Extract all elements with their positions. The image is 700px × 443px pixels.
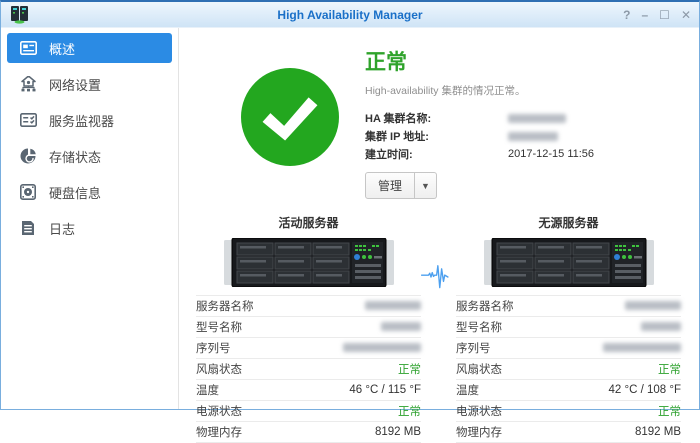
ha-cluster-name-value-redacted bbox=[508, 114, 566, 123]
disk-info-icon bbox=[19, 183, 37, 201]
status-badge: 正常 bbox=[551, 401, 681, 422]
help-icon[interactable]: ? bbox=[623, 9, 630, 21]
close-icon[interactable]: ✕ bbox=[681, 9, 691, 21]
table-row: 温度46 °C / 115 °F bbox=[196, 380, 421, 401]
app-logo-icon bbox=[9, 5, 31, 24]
table-row: 风扇状态正常 bbox=[456, 359, 681, 380]
status-badge: 正常 bbox=[291, 401, 421, 422]
sidebar-item-log[interactable]: 日志 bbox=[7, 213, 172, 243]
cluster-ip-value-redacted bbox=[508, 132, 558, 141]
sidebar-item-label: 概述 bbox=[49, 39, 75, 58]
table-row: 电源状态正常 bbox=[456, 401, 681, 422]
active-server-table: 服务器名称 型号名称 序列号 风扇状态正常 温度46 °C / 115 °F 电… bbox=[196, 295, 421, 443]
created-time-value: 2017-12-15 11:56 bbox=[508, 148, 594, 160]
log-icon bbox=[19, 219, 37, 237]
status-title: 正常 bbox=[365, 46, 681, 76]
passive-server-table: 服务器名称 型号名称 序列号 风扇状态正常 温度42 °C / 108 °F 电… bbox=[456, 295, 681, 443]
titlebar: High Availability Manager ? – ☐ ✕ bbox=[1, 2, 699, 28]
active-server-rack-image bbox=[196, 238, 421, 287]
passive-server-title: 无源服务器 bbox=[456, 214, 681, 231]
created-time-label: 建立时间: bbox=[365, 146, 508, 162]
redacted-value bbox=[603, 343, 681, 352]
ha-cluster-name-label: HA 集群名称: bbox=[365, 110, 508, 126]
sidebar-item-label: 硬盘信息 bbox=[49, 183, 101, 202]
overview-icon bbox=[19, 39, 37, 57]
redacted-value bbox=[365, 301, 421, 310]
table-row: 温度42 °C / 108 °F bbox=[456, 380, 681, 401]
sidebar-item-label: 日志 bbox=[49, 219, 75, 238]
sidebar-item-disk-info[interactable]: 硬盘信息 bbox=[7, 177, 172, 207]
sidebar-item-service-monitor[interactable]: 服务监视器 bbox=[7, 105, 172, 135]
manage-button[interactable]: 管理 bbox=[365, 172, 415, 199]
status-badge: 正常 bbox=[551, 359, 681, 380]
service-monitor-icon bbox=[19, 111, 37, 129]
status-description: High-availability 集群的情况正常。 bbox=[365, 83, 681, 98]
storage-status-icon bbox=[19, 147, 37, 165]
table-row: 电源状态正常 bbox=[196, 401, 421, 422]
passive-server-section: 无源服务器 服务器名称 型号名称 序列号 风扇状态正常 温度42 °C / 10… bbox=[456, 214, 681, 443]
table-row: 型号名称 bbox=[196, 317, 421, 338]
sidebar-item-overview[interactable]: 概述 bbox=[7, 33, 172, 63]
status-badge: 正常 bbox=[291, 359, 421, 380]
maximize-icon[interactable]: ☐ bbox=[659, 9, 670, 21]
table-row: 型号名称 bbox=[456, 317, 681, 338]
sidebar-item-label: 服务监视器 bbox=[49, 111, 114, 130]
redacted-value bbox=[641, 322, 681, 331]
active-server-section: 活动服务器 服务器名称 型号名称 序列号 风扇状态正常 温度46 °C / 11… bbox=[196, 214, 421, 443]
table-row: 序列号 bbox=[456, 338, 681, 359]
manage-dropdown-button[interactable]: ▼ bbox=[415, 172, 437, 199]
sidebar-item-label: 存储状态 bbox=[49, 147, 101, 166]
overview-panel: 正常 High-availability 集群的情况正常。 HA 集群名称: 集… bbox=[179, 28, 700, 409]
redacted-value bbox=[381, 322, 421, 331]
table-row: 物理内存8192 MB bbox=[456, 422, 681, 443]
app-window: High Availability Manager ? – ☐ ✕ 概述 bbox=[0, 0, 700, 410]
table-row: 服务器名称 bbox=[196, 296, 421, 317]
network-settings-icon bbox=[19, 75, 37, 93]
sidebar-item-storage-status[interactable]: 存储状态 bbox=[7, 141, 172, 171]
status-check-icon bbox=[241, 68, 339, 199]
redacted-value bbox=[343, 343, 421, 352]
redacted-value bbox=[625, 301, 681, 310]
passive-server-rack-image bbox=[456, 238, 681, 287]
sidebar-item-network-settings[interactable]: 网络设置 bbox=[7, 69, 172, 99]
chevron-down-icon: ▼ bbox=[421, 181, 430, 191]
sidebar: 概述 网络设置 bbox=[1, 28, 179, 409]
table-row: 风扇状态正常 bbox=[196, 359, 421, 380]
table-row: 物理内存8192 MB bbox=[196, 422, 421, 443]
window-title: High Availability Manager bbox=[1, 8, 699, 22]
active-server-title: 活动服务器 bbox=[196, 214, 421, 231]
minimize-icon[interactable]: – bbox=[641, 9, 648, 21]
cluster-ip-label: 集群 IP 地址: bbox=[365, 128, 508, 144]
table-row: 序列号 bbox=[196, 338, 421, 359]
table-row: 服务器名称 bbox=[456, 296, 681, 317]
heartbeat-icon bbox=[421, 214, 456, 443]
sidebar-item-label: 网络设置 bbox=[49, 75, 101, 94]
